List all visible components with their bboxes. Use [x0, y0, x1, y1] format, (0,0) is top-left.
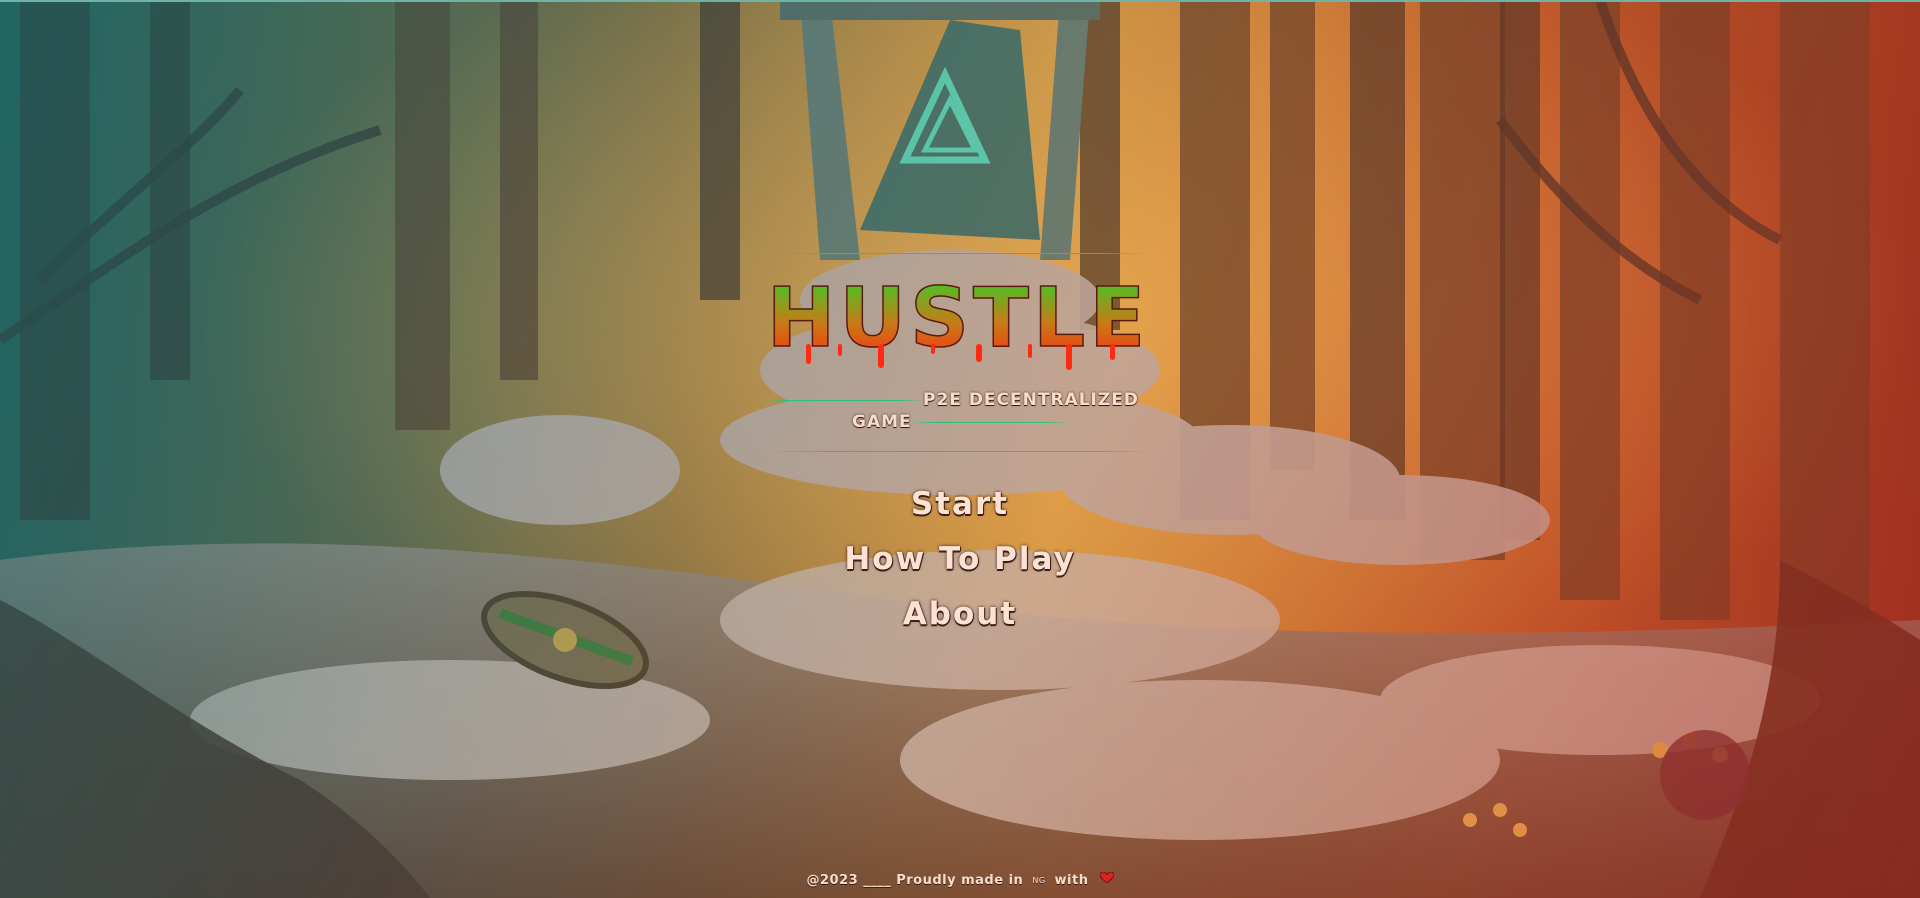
footer-prefix: @2023 ____ Proudly made in	[806, 872, 1024, 888]
menu-start-button[interactable]: Start	[0, 486, 1920, 522]
divider-bottom	[764, 451, 1154, 452]
game-logo: HUSTLE	[766, 282, 1149, 370]
subtitle-line-2: GAME	[852, 412, 912, 432]
footer-country: NG	[1032, 875, 1046, 885]
divider-top	[764, 253, 1154, 254]
footer: @2023 ____ Proudly made in NG with	[0, 871, 1920, 888]
menu-about-button[interactable]: About	[0, 596, 1920, 632]
heart-icon	[1099, 871, 1114, 888]
divider-sub-right	[910, 422, 1070, 423]
game-title-screen: HUSTLE P2E DECENTRALIZED GAME Start How …	[0, 0, 1920, 898]
menu-how-to-play-button[interactable]: How To Play	[0, 541, 1920, 577]
footer-suffix: with	[1054, 872, 1089, 888]
divider-sub-left	[764, 400, 924, 401]
subtitle-line-1: P2E DECENTRALIZED	[923, 390, 1139, 410]
game-title: HUSTLE	[767, 282, 1149, 366]
title-menu: HUSTLE P2E DECENTRALIZED GAME Start How …	[0, 0, 1920, 898]
